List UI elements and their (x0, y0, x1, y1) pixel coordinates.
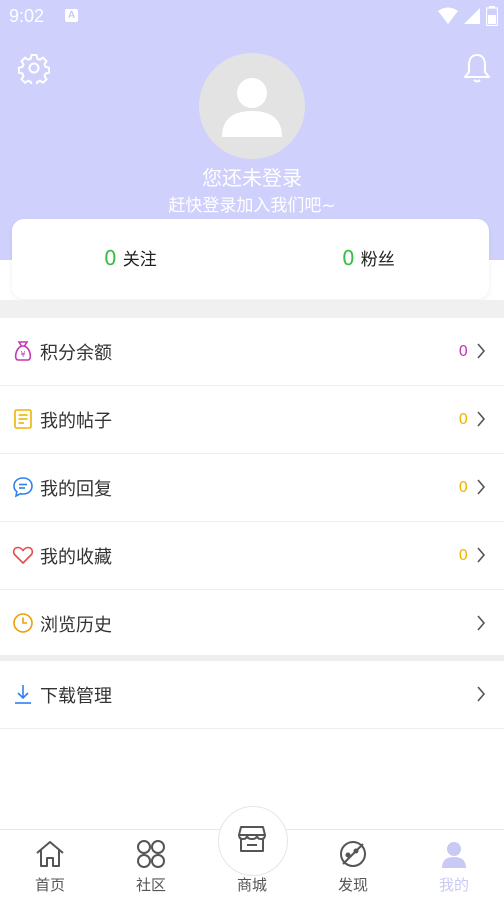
following-stat[interactable]: 0 关注 (104, 245, 157, 270)
following-count: 0 (104, 246, 117, 270)
login-subtitle: 赶快登录加入我们吧~ (168, 196, 336, 216)
status-bar: 9:02 A (0, 0, 504, 34)
menu-item-label: 积分余额 (40, 343, 112, 364)
money-bag-icon: ¥ (14, 341, 32, 361)
menu-item-label: 我的回复 (40, 479, 112, 500)
chevron-right-icon (477, 547, 486, 563)
chevron-right-icon (477, 411, 486, 427)
wifi-icon (438, 7, 458, 24)
comment-icon (13, 477, 33, 498)
status-icons (438, 6, 498, 26)
tab-label: 社区 (135, 876, 166, 894)
tab-profile[interactable]: 我的 (404, 830, 504, 897)
shop-icon (238, 826, 266, 852)
post-icon (14, 409, 32, 429)
menu-item-posts[interactable]: 我的帖子 0 (0, 386, 504, 454)
tab-community[interactable]: 社区 (101, 830, 201, 897)
chevron-right-icon (477, 686, 486, 702)
default-user-icon (222, 78, 282, 137)
login-title[interactable]: 您还未登录 (0, 162, 504, 191)
download-icon (15, 685, 31, 704)
tab-label: 我的 (438, 876, 469, 894)
battery-icon (486, 6, 498, 26)
home-icon (36, 841, 64, 867)
fans-stat[interactable]: 0 粉丝 (342, 245, 395, 270)
stats-card: 0 关注 0 粉丝 (12, 219, 489, 299)
menu-item-label: 下载管理 (40, 686, 112, 707)
menu-item-history[interactable]: 浏览历史 (0, 590, 504, 658)
tab-label: 首页 (34, 876, 65, 894)
fans-label: 粉丝 (360, 250, 395, 270)
chevron-right-icon (477, 615, 486, 631)
tab-home[interactable]: 首页 (0, 830, 100, 897)
menu-item-count: 0 (458, 546, 468, 564)
tab-label: 发现 (337, 876, 368, 894)
menu-item-count: 0 (458, 342, 468, 360)
signal-icon (464, 8, 480, 24)
svg-text:¥: ¥ (20, 350, 25, 359)
menu-item-label: 我的帖子 (40, 411, 112, 432)
tab-label: 商城 (236, 876, 267, 894)
chevron-right-icon (477, 479, 486, 495)
community-icon (137, 840, 165, 868)
menu-item-replies[interactable]: 我的回复 0 (0, 454, 504, 522)
clock-icon (13, 613, 33, 633)
menu-list-secondary: 下载管理 (0, 661, 504, 729)
status-notification-badge: A (65, 9, 78, 22)
menu-item-downloads[interactable]: 下载管理 (0, 661, 504, 729)
menu-item-points[interactable]: ¥ 积分余额 0 (0, 318, 504, 386)
menu-item-count: 0 (458, 410, 468, 428)
avatar[interactable] (199, 53, 305, 159)
settings-gear-icon[interactable] (18, 52, 50, 84)
menu-item-count: 0 (458, 478, 468, 496)
chevron-right-icon (477, 343, 486, 359)
bell-icon[interactable] (462, 52, 492, 84)
menu-list: ¥ 积分余额 0 我的帖子 0 我的回复 0 我的收藏 0 浏览历史 (0, 318, 504, 658)
heart-icon (12, 546, 34, 564)
tab-discover[interactable]: 发现 (303, 830, 403, 897)
menu-item-favorites[interactable]: 我的收藏 0 (0, 522, 504, 590)
menu-item-label: 浏览历史 (40, 615, 112, 636)
fans-count: 0 (342, 246, 355, 270)
section-divider (0, 300, 504, 318)
discover-icon (340, 841, 366, 867)
profile-icon (442, 842, 466, 868)
status-time: 9:02 (9, 6, 45, 26)
menu-item-label: 我的收藏 (40, 547, 112, 568)
following-label: 关注 (122, 250, 157, 270)
